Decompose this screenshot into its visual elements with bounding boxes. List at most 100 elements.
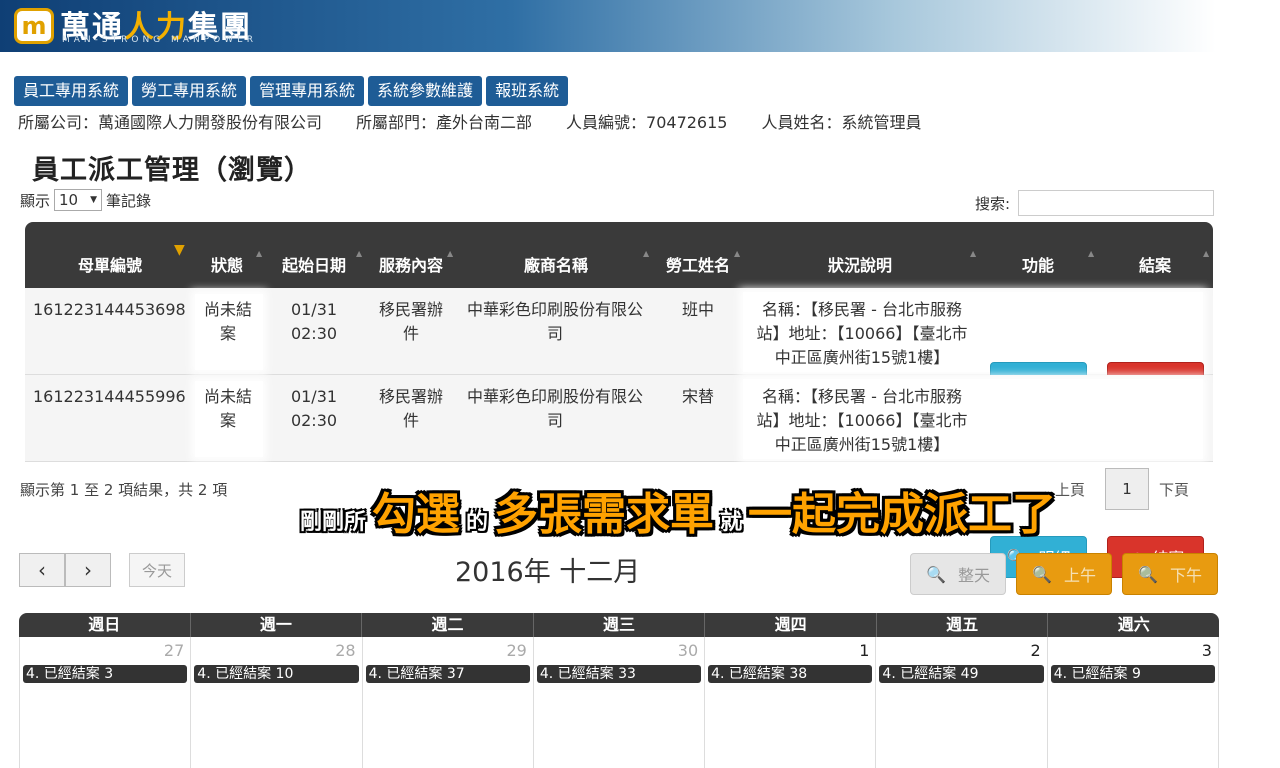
weekday-sun: 週日 (19, 613, 191, 637)
full-day-button[interactable]: 🔍 整天 (910, 553, 1006, 595)
dispatch-table: 母單編號 ▼ 狀態 ▲ 起始日期 ▲ 服務內容 ▲ 廠商名稱 ▲ 勞工姓名 ▲ … (25, 222, 1213, 578)
tutorial-caption: 剛剛所 勾選 的 多張需求單 就 一起完成派工了 (300, 478, 1056, 542)
calendar-nav: ‹ › (19, 553, 111, 587)
page-length-value: 10 (59, 191, 79, 209)
table-row: 161223144453698 尚未結案 01/31 02:30 移民署辦件 中… (25, 288, 1213, 404)
cell-start-date: 01/31 02:30 (290, 300, 338, 343)
page-button-1[interactable]: 1 (1105, 468, 1149, 510)
page: m 萬通人力集團 MAN-STRONG MANPOWER 員工專用系統 勞工專用… (0, 0, 1280, 768)
sort-icon: ▲ (1088, 249, 1095, 258)
col-label: 狀況說明 (827, 256, 892, 275)
cell-order-no: 161223144453698 (33, 300, 186, 319)
chevron-left-icon: ‹ (38, 558, 46, 582)
sort-icon: ▲ (447, 249, 454, 258)
col-header-order-no[interactable]: 母單編號 (35, 222, 185, 288)
prev-page-button[interactable]: 上頁 (1055, 479, 1095, 500)
caption-highlight: 勾選 (372, 489, 461, 540)
calendar-title: 2016年 十二月 (455, 557, 641, 588)
caption-part: 剛剛所 (300, 510, 367, 535)
top-nav: 員工專用系統 勞工專用系統 管理專用系統 系統參數維護 報班系統 (14, 76, 569, 106)
nav-labor-system[interactable]: 勞工專用系統 (132, 76, 247, 106)
sort-icon: ▲ (734, 249, 741, 258)
today-button[interactable]: 今天 (129, 553, 185, 587)
col-label: 勞工姓名 (665, 256, 730, 275)
calendar-prev-button[interactable]: ‹ (19, 553, 65, 587)
calendar-event[interactable]: 4. 已經結案 10 (194, 665, 359, 683)
user-company: 所屬公司：萬通國際人力開發股份有限公司 (18, 113, 323, 132)
col-label: 功能 (1021, 256, 1054, 275)
cell-service: 移民署辦件 (378, 387, 443, 430)
col-label: 母單編號 (77, 256, 142, 275)
col-label: 起始日期 (281, 256, 346, 275)
pagination: 上頁 1 下頁 (1055, 468, 1189, 510)
day-cell[interactable]: 1 4. 已經結案 38 (705, 637, 877, 768)
full-day-label: 整天 (957, 566, 990, 585)
calendar-event[interactable]: 4. 已經結案 38 (708, 665, 873, 683)
weekday-fri: 週五 (877, 613, 1049, 637)
nav-admin-system[interactable]: 管理專用系統 (250, 76, 365, 106)
nav-shift-system[interactable]: 報班系統 (486, 76, 569, 106)
sort-icon: ▲ (256, 249, 263, 258)
logo-icon: m (14, 8, 54, 44)
calendar-week: 27 4. 已經結案 3 28 4. 已經結案 10 29 4. 已經結案 37 30… (19, 637, 1219, 768)
nav-params-system[interactable]: 系統參數維護 (368, 76, 483, 106)
sort-icon: ▲ (356, 249, 363, 258)
cell-status: 尚未結案 (203, 387, 252, 430)
col-header-function[interactable]: 功能 (988, 222, 1088, 288)
calendar-event[interactable]: 4. 已經結案 33 (536, 665, 702, 683)
afternoon-label: 下午 (1169, 566, 1202, 585)
col-header-worker[interactable]: 勞工姓名 (661, 222, 735, 288)
table-header: 母單編號 ▼ 狀態 ▲ 起始日期 ▲ 服務內容 ▲ 廠商名稱 ▲ 勞工姓名 ▲ … (25, 222, 1213, 288)
col-header-desc[interactable]: 狀況說明 (743, 222, 977, 288)
user-info: 所屬公司：萬通國際人力開發股份有限公司 所屬部門：產外台南二部 人員編號：704… (18, 109, 922, 133)
col-header-close[interactable]: 結案 (1105, 222, 1205, 288)
cell-status: 尚未結案 (203, 300, 252, 343)
weekday-wed: 週三 (534, 613, 706, 637)
sort-icon: ▲ (970, 249, 977, 258)
caret-down-icon: ▼ (90, 195, 98, 205)
user-dept: 所屬部門：產外台南二部 (356, 113, 533, 132)
sort-icon: ▲ (1203, 249, 1210, 258)
col-label: 結案 (1138, 256, 1171, 275)
day-cell[interactable]: 2 4. 已經結案 49 (876, 637, 1048, 768)
nav-employee-system[interactable]: 員工專用系統 (14, 76, 129, 106)
day-cell[interactable]: 30 4. 已經結案 33 (533, 637, 706, 768)
col-header-service[interactable]: 服務內容 (371, 222, 451, 288)
morning-button[interactable]: 🔍 上午 (1016, 553, 1112, 595)
col-label: 廠商名稱 (523, 256, 588, 275)
cell-desc: 名稱：【移民署 - 台北市服務站】地址：【10066】【臺北市中正區廣州街15號… (756, 300, 968, 367)
weekday-sat: 週六 (1117, 615, 1150, 634)
day-cell[interactable]: 27 4. 已經結案 3 (20, 637, 192, 768)
calendar-event[interactable]: 4. 已經結案 9 (1050, 665, 1215, 683)
col-label: 狀態 (210, 256, 243, 275)
calendar-event[interactable]: 4. 已經結案 49 (879, 665, 1044, 683)
next-page-button[interactable]: 下頁 (1159, 479, 1189, 500)
cell-vendor: 中華彩色印刷股份有限公司 (466, 387, 643, 430)
col-header-status[interactable]: 狀態 (195, 222, 259, 288)
cell-desc: 名稱：【移民署 - 台北市服務站】地址：【10066】【臺北市中正區廣州街15號… (756, 387, 968, 454)
col-header-vendor[interactable]: 廠商名稱 (461, 222, 651, 288)
cell-service: 移民署辦件 (378, 300, 443, 343)
calendar-event[interactable]: 4. 已經結案 3 (23, 665, 188, 683)
day-cell[interactable]: 28 4. 已經結案 10 (191, 637, 363, 768)
sort-desc-icon: ▼ (174, 242, 185, 258)
weekday-tue: 週二 (362, 613, 534, 637)
cell-start-date: 01/31 02:30 (290, 387, 338, 430)
day-number: 2 (1030, 641, 1041, 660)
search-input[interactable] (1018, 190, 1215, 216)
day-cell[interactable]: 29 4. 已經結案 37 (362, 637, 534, 768)
day-number: 3 (1201, 641, 1212, 660)
calendar-event[interactable]: 4. 已經結案 37 (365, 665, 530, 683)
calendar-next-button[interactable]: › (65, 553, 111, 587)
day-number: 1 (859, 641, 870, 660)
morning-label: 上午 (1063, 566, 1096, 585)
page-title: 員工派工管理（瀏覽） (32, 155, 312, 186)
search-icon: 🔍 (926, 564, 946, 584)
col-header-start-date[interactable]: 起始日期 (269, 222, 359, 288)
day-number: 28 (335, 641, 356, 660)
afternoon-button[interactable]: 🔍 下午 (1122, 553, 1218, 595)
calendar-grid: 週日 週一 週二 週三 週四 週五 週六 27 4. 已經結案 3 28 4. 已經… (19, 613, 1219, 768)
chevron-right-icon: › (84, 558, 92, 582)
day-cell[interactable]: 3 4. 已經結案 9 (1047, 637, 1219, 768)
page-length-select[interactable]: 10 ▼ (54, 189, 103, 211)
